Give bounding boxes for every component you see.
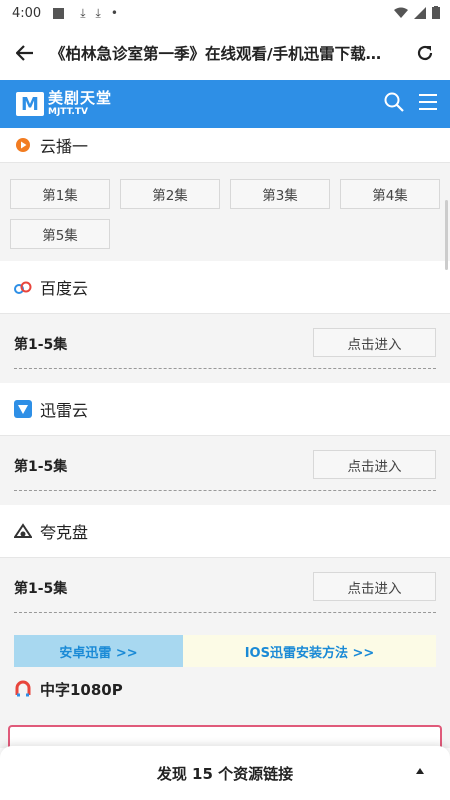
episode-range: 第1-5集 xyxy=(14,581,68,597)
quark-icon xyxy=(14,522,32,540)
divider xyxy=(14,612,436,613)
search-icon[interactable] xyxy=(384,92,404,112)
site-logo[interactable]: M 美剧天堂 MJTT.TV xyxy=(16,91,112,117)
enter-button[interactable]: 点击进入 xyxy=(313,328,436,357)
status-time: 4:00 xyxy=(12,5,42,21)
section-header-baidu: 百度云 xyxy=(0,261,450,313)
menu-icon[interactable] xyxy=(418,93,438,111)
episode-button[interactable]: 第1集 xyxy=(10,179,110,209)
section-header-cloud-play: 云播一 xyxy=(0,128,450,162)
signal-icon xyxy=(414,6,426,19)
download-row-baidu: 第1-5集 点击进入 xyxy=(0,313,450,383)
divider xyxy=(14,368,436,369)
download-icon: ⤓ xyxy=(80,5,86,20)
refresh-button[interactable] xyxy=(400,26,450,80)
quality-label: 中字1080P xyxy=(40,680,123,699)
section-title: 迅雷云 xyxy=(40,401,89,420)
dot-icon: • xyxy=(110,6,118,20)
status-bar: 4:00 ⤓ ⤓ • xyxy=(0,0,450,26)
expand-up-icon[interactable] xyxy=(416,768,424,774)
ad-banner: 安卓迅雷 >> IOS迅雷安装方法 >> xyxy=(14,635,436,667)
section-header-quark: 夸克盘 xyxy=(0,505,450,557)
refresh-icon xyxy=(417,45,433,61)
battery-icon xyxy=(432,6,440,19)
episode-button[interactable]: 第5集 xyxy=(10,219,110,249)
back-button[interactable] xyxy=(0,26,50,80)
xunlei-icon xyxy=(14,400,32,418)
enter-button[interactable]: 点击进入 xyxy=(313,572,436,601)
episode-range: 第1-5集 xyxy=(14,459,68,475)
episode-grid: 第1集 第2集 第3集 第4集 第5集 xyxy=(0,162,450,261)
quality-header: 中字1080P xyxy=(0,667,450,711)
episode-range: 第1-5集 xyxy=(14,337,68,353)
android-xunlei-link[interactable]: 安卓迅雷 >> xyxy=(14,635,183,667)
ios-xunlei-link[interactable]: IOS迅雷安装方法 >> xyxy=(183,635,436,667)
download-row-quark: 第1-5集 点击进入 xyxy=(0,557,450,627)
site-header: M 美剧天堂 MJTT.TV xyxy=(0,80,450,128)
episode-button[interactable]: 第2集 xyxy=(120,179,220,209)
resource-box xyxy=(8,725,442,748)
magnet-icon xyxy=(14,680,32,698)
episode-button[interactable]: 第3集 xyxy=(230,179,330,209)
resource-links-sheet[interactable]: 发现 15 个资源链接 xyxy=(0,746,450,800)
logo-name: 美剧天堂 xyxy=(48,89,113,107)
notification-icon xyxy=(53,7,65,19)
wifi-icon xyxy=(394,7,408,18)
episode-button[interactable]: 第4集 xyxy=(340,179,440,209)
enter-button[interactable]: 点击进入 xyxy=(313,450,436,479)
page-title: 《柏林急诊室第一季》在线观看/手机迅雷下载… xyxy=(50,45,382,63)
logo-domain: MJTT.TV xyxy=(48,107,88,117)
resource-count-text: 发现 15 个资源链接 xyxy=(156,764,294,783)
section-title: 百度云 xyxy=(40,279,89,298)
arrow-left-icon xyxy=(16,45,33,61)
browser-toolbar: 《柏林急诊室第一季》在线观看/手机迅雷下载… xyxy=(0,26,450,80)
section-title: 夸克盘 xyxy=(40,523,89,542)
download-icon: ⤓ xyxy=(95,5,101,20)
page-content: 云播一 第1集 第2集 第3集 第4集 第5集 百度云 第1-5集 点击进入 迅… xyxy=(0,128,450,748)
logo-mark: M xyxy=(16,92,44,116)
scrollbar[interactable] xyxy=(445,200,448,270)
baidu-cloud-icon xyxy=(14,278,32,296)
play-icon xyxy=(14,136,32,154)
section-header-xunlei: 迅雷云 xyxy=(0,383,450,435)
section-title: 云播一 xyxy=(40,137,89,156)
divider xyxy=(14,490,436,491)
download-row-xunlei: 第1-5集 点击进入 xyxy=(0,435,450,505)
